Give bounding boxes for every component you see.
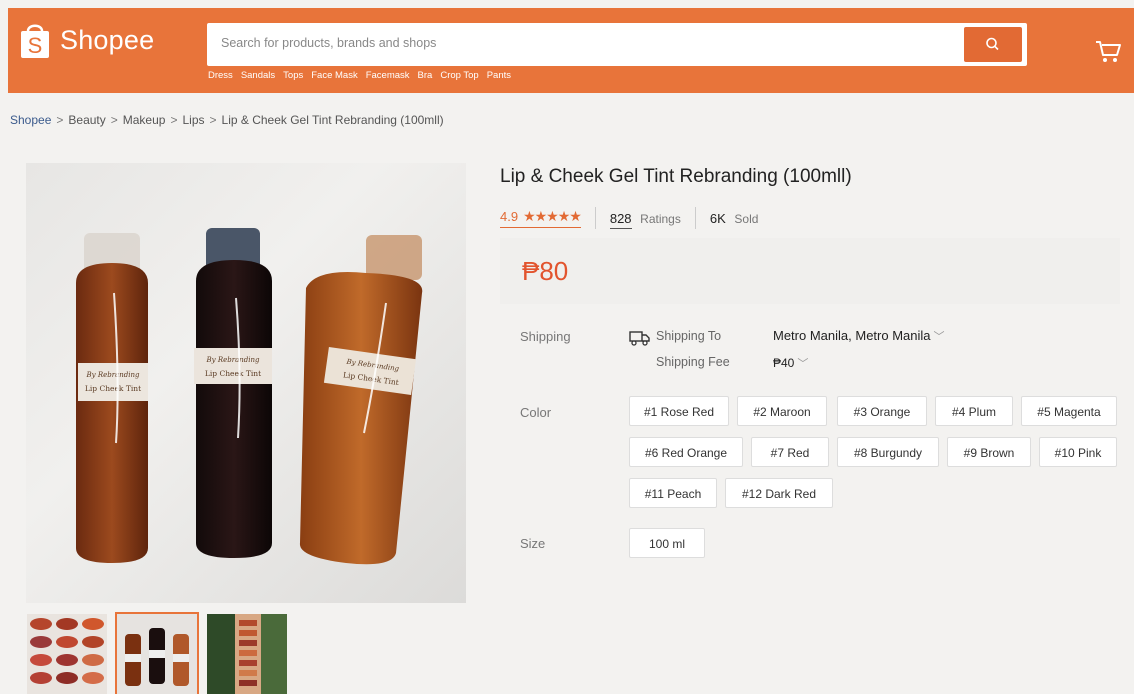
ratings-count: 828 [609, 210, 632, 229]
color-option[interactable]: #10 Pink [1039, 437, 1117, 467]
search-icon [986, 37, 999, 51]
color-option[interactable]: #4 Plum [935, 396, 1013, 426]
breadcrumb-item[interactable]: Lips [182, 113, 204, 127]
size-option[interactable]: 100 ml [629, 528, 705, 558]
chevron-down-icon: ﹀ [797, 358, 809, 370]
logo-text: Shopee [60, 24, 155, 55]
shipping-fee-dropdown[interactable]: ₱40 ﹀ [773, 355, 808, 371]
search-hint[interactable]: Pants [487, 70, 511, 81]
top-header: S Shopee Dress Sandals Tops Face Mask Fa… [8, 8, 1134, 93]
search-hint[interactable]: Sandals [241, 70, 275, 81]
svg-text:S: S [28, 33, 43, 58]
thumbnail-strip [27, 612, 287, 694]
search-hints: Dress Sandals Tops Face Mask Facemask Br… [208, 70, 511, 81]
chevron-down-icon: ﹀ [933, 331, 945, 343]
shipping-location-dropdown[interactable]: Metro Manila, Metro Manila ﹀ [773, 328, 945, 344]
breadcrumb-item[interactable]: Shopee [10, 113, 51, 127]
shopping-bag-icon: S [18, 20, 52, 60]
truck-icon [629, 330, 651, 351]
breadcrumb: Shopee > Beauty > Makeup > Lips > Lip & … [10, 113, 444, 127]
search-bar [207, 23, 1027, 66]
thumbnail-swatches[interactable] [27, 614, 107, 694]
product-photo: By Rebranding Lip Cheek Tint By Rebrandi… [76, 228, 423, 565]
product-price: ₱80 [522, 256, 569, 286]
product-title: Lip & Cheek Gel Tint Rebranding (100mll) [500, 166, 852, 187]
breadcrumb-current: Lip & Cheek Gel Tint Rebranding (100mll) [221, 113, 444, 127]
stats-divider [694, 207, 696, 229]
color-option[interactable]: #1 Rose Red [629, 396, 729, 426]
bottle-label-text: By Rebranding [206, 356, 260, 364]
color-option[interactable]: #8 Burgundy [837, 437, 939, 467]
search-hint[interactable]: Dress [208, 70, 233, 81]
price-section: ₱80 [500, 238, 1120, 304]
search-input[interactable] [219, 35, 863, 51]
color-label: Color [520, 405, 552, 420]
breadcrumb-item[interactable]: Makeup [123, 113, 166, 127]
shipping-to-label: Shipping To [656, 329, 722, 343]
shipping-fee-value: ₱40 [773, 356, 795, 370]
color-option[interactable]: #6 Red Orange [629, 437, 743, 467]
search-hint[interactable]: Tops [283, 70, 303, 81]
shopee-logo[interactable]: S Shopee [18, 20, 154, 60]
color-option[interactable]: #12 Dark Red [725, 478, 833, 508]
search-hint[interactable]: Face Mask [311, 70, 357, 81]
stats-divider [594, 207, 596, 229]
search-hint[interactable]: Facemask [366, 70, 410, 81]
bottle-label-text: By Rebranding [86, 371, 140, 379]
thumbnail-arm-swatch[interactable] [207, 614, 287, 694]
breadcrumb-separator: > [56, 113, 64, 127]
rating-number: 4.9 [500, 209, 519, 224]
thumbnail-bottles[interactable] [115, 612, 199, 694]
shipping-label: Shipping [520, 329, 571, 344]
color-option[interactable]: #9 Brown [947, 437, 1031, 467]
bottle-label-text: Lip Cheek Tint [205, 369, 261, 378]
breadcrumb-item[interactable]: Beauty [68, 113, 105, 127]
bottle-label-text: Lip Cheek Tint [85, 384, 141, 393]
color-option[interactable]: #7 Red [751, 437, 829, 467]
color-option[interactable]: #11 Peach [629, 478, 717, 508]
color-option[interactable]: #3 Orange [837, 396, 927, 426]
product-main-image[interactable]: By Rebranding Lip Cheek Tint By Rebrandi… [26, 163, 466, 603]
breadcrumb-separator: > [110, 113, 118, 127]
color-option[interactable]: #2 Maroon [737, 396, 827, 426]
shipping-location-value: Metro Manila, Metro Manila [773, 328, 931, 343]
product-stats: 4.9 ★★★★★ 828 Ratings 6K Sold [500, 207, 758, 229]
search-hint[interactable]: Bra [418, 70, 433, 81]
sold-count: 6K [709, 210, 726, 226]
rating-stars-icon: ★★★★★ [523, 208, 582, 224]
search-button[interactable] [964, 27, 1022, 62]
shipping-fee-label: Shipping Fee [656, 355, 730, 369]
sold-label: Sold [734, 211, 759, 226]
breadcrumb-separator: > [209, 113, 217, 127]
color-option[interactable]: #5 Magenta [1021, 396, 1117, 426]
cart-icon[interactable] [1093, 36, 1123, 66]
size-label: Size [520, 536, 546, 551]
ratings-link[interactable]: 828 Ratings [609, 210, 681, 229]
breadcrumb-separator: > [170, 113, 178, 127]
ratings-label: Ratings [640, 211, 681, 226]
sold-info: 6K Sold [710, 211, 759, 226]
search-hint[interactable]: Crop Top [440, 70, 478, 81]
rating-value[interactable]: 4.9 ★★★★★ [500, 208, 582, 228]
